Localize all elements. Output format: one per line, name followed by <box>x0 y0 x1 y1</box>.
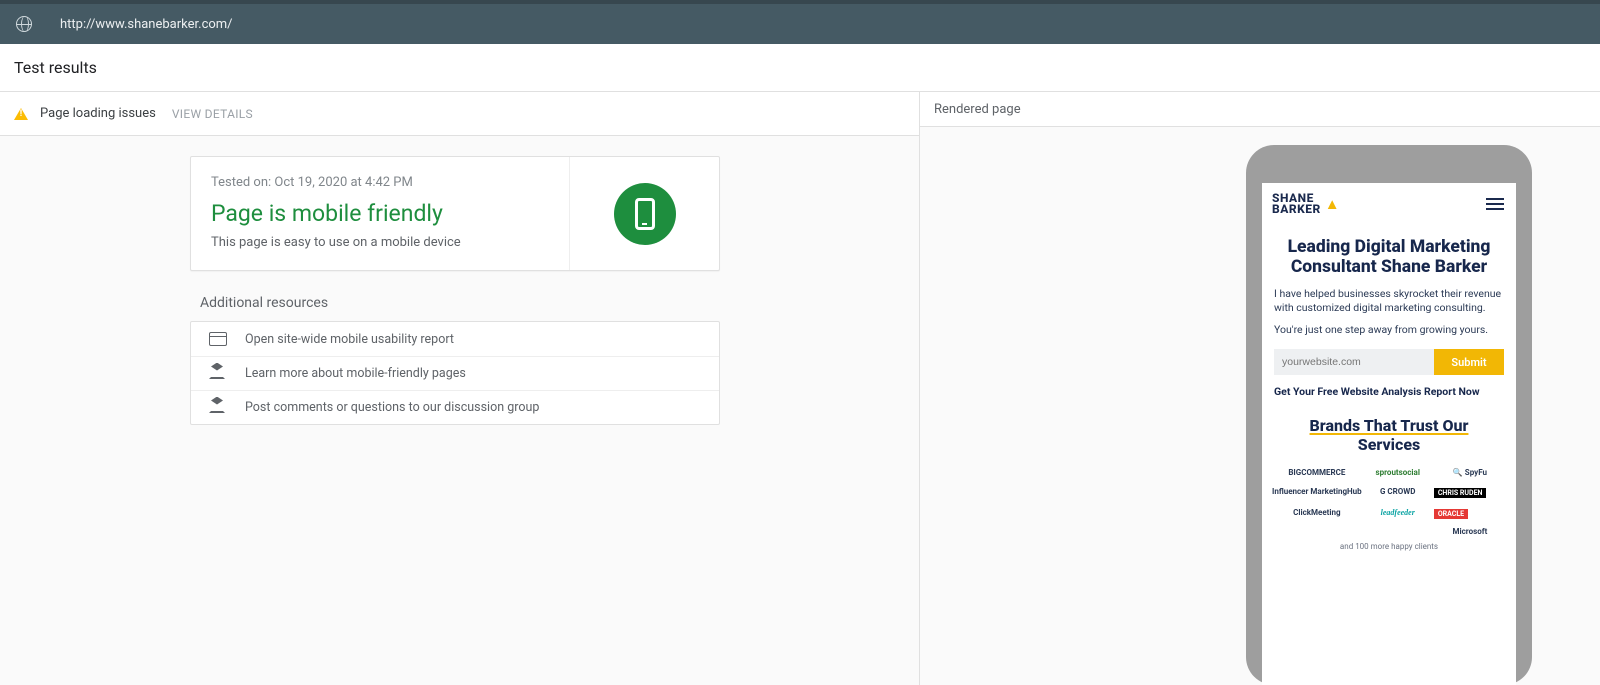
result-title: Page is mobile friendly <box>211 200 549 227</box>
brands-heading-line2: Services <box>1358 435 1420 454</box>
logo-item: BIGCOMMERCE <box>1272 468 1362 477</box>
logo-item: Microsoft <box>1434 527 1506 536</box>
browser-icon <box>209 332 227 346</box>
page-title-text: Test results <box>14 58 97 77</box>
hero-heading: Leading Digital Marketing Consultant Sha… <box>1262 219 1516 283</box>
issues-bar: Page loading issues VIEW DETAILS <box>0 92 919 136</box>
rocket-icon: ▲ <box>1325 199 1340 210</box>
url-bar: http://www.shanebarker.com/ <box>0 0 1600 44</box>
view-details-link[interactable]: VIEW DETAILS <box>172 107 253 121</box>
smartphone-icon <box>635 198 655 230</box>
page-title: Test results <box>0 44 1600 92</box>
warning-icon <box>14 108 28 120</box>
mobile-friendly-badge <box>614 183 676 245</box>
hamburger-icon <box>1486 198 1504 210</box>
logos-footnote: and 100 more happy clients <box>1262 536 1516 551</box>
submit-button: Submit <box>1434 349 1504 375</box>
logo-item: ClickMeeting <box>1272 508 1362 517</box>
logo-item: Influencer MarketingHub <box>1272 487 1362 496</box>
education-icon <box>209 367 227 381</box>
logo-item: CHRIS RUDEN <box>1434 488 1487 498</box>
phone-mockup: SHANE BARKER ▲ Leading Digital Marketing… <box>1246 145 1532 685</box>
logo-item: leadfeeder <box>1362 508 1434 517</box>
website-input <box>1274 349 1434 375</box>
resources-list: Open site-wide mobile usability report L… <box>190 321 720 425</box>
resource-label: Post comments or questions to our discus… <box>245 400 539 415</box>
rendered-page-label: Rendered page <box>934 102 1021 117</box>
brands-heading-line1: Brands That Trust Our <box>1310 416 1469 435</box>
site-logo: SHANE BARKER ▲ <box>1272 193 1340 215</box>
brands-heading: Brands That Trust Our Services <box>1262 404 1516 458</box>
logo-item: ORACLE <box>1434 509 1468 519</box>
rendered-screenshot[interactable]: SHANE BARKER ▲ Leading Digital Marketing… <box>1262 183 1516 685</box>
resource-label: Learn more about mobile-friendly pages <box>245 366 466 381</box>
result-subtitle: This page is easy to use on a mobile dev… <box>211 235 549 250</box>
brand-logos: BIGCOMMERCE sproutsocial 🔍 SpyFu Influen… <box>1262 458 1516 536</box>
resource-label: Open site-wide mobile usability report <box>245 332 454 347</box>
cta-text: Get Your Free Website Analysis Report No… <box>1262 383 1516 404</box>
logo-item: G CROWD <box>1362 487 1434 496</box>
education-icon <box>209 401 227 415</box>
resource-usability-report[interactable]: Open site-wide mobile usability report <box>191 322 719 356</box>
globe-icon <box>16 16 32 32</box>
hero-paragraph-2: You're just one step away from growing y… <box>1262 319 1516 341</box>
preview-pane: Rendered page SHANE BARKER ▲ <box>920 92 1600 685</box>
results-pane: Page loading issues VIEW DETAILS Tested … <box>0 92 920 685</box>
rendered-page-header: Rendered page <box>920 92 1600 127</box>
logo-item: sproutsocial <box>1362 468 1434 477</box>
issues-label: Page loading issues <box>40 106 156 121</box>
result-card: Tested on: Oct 19, 2020 at 4:42 PM Page … <box>190 156 720 271</box>
resource-discussion-group[interactable]: Post comments or questions to our discus… <box>191 390 719 424</box>
logo-item: 🔍 SpyFu <box>1434 468 1506 477</box>
tested-url: http://www.shanebarker.com/ <box>60 17 233 32</box>
tested-timestamp: Tested on: Oct 19, 2020 at 4:42 PM <box>211 175 549 190</box>
additional-resources-heading: Additional resources <box>200 295 919 311</box>
brand-line2: BARKER <box>1272 204 1321 215</box>
hero-paragraph-1: I have helped businesses skyrocket their… <box>1262 283 1516 319</box>
resource-learn-more[interactable]: Learn more about mobile-friendly pages <box>191 356 719 390</box>
